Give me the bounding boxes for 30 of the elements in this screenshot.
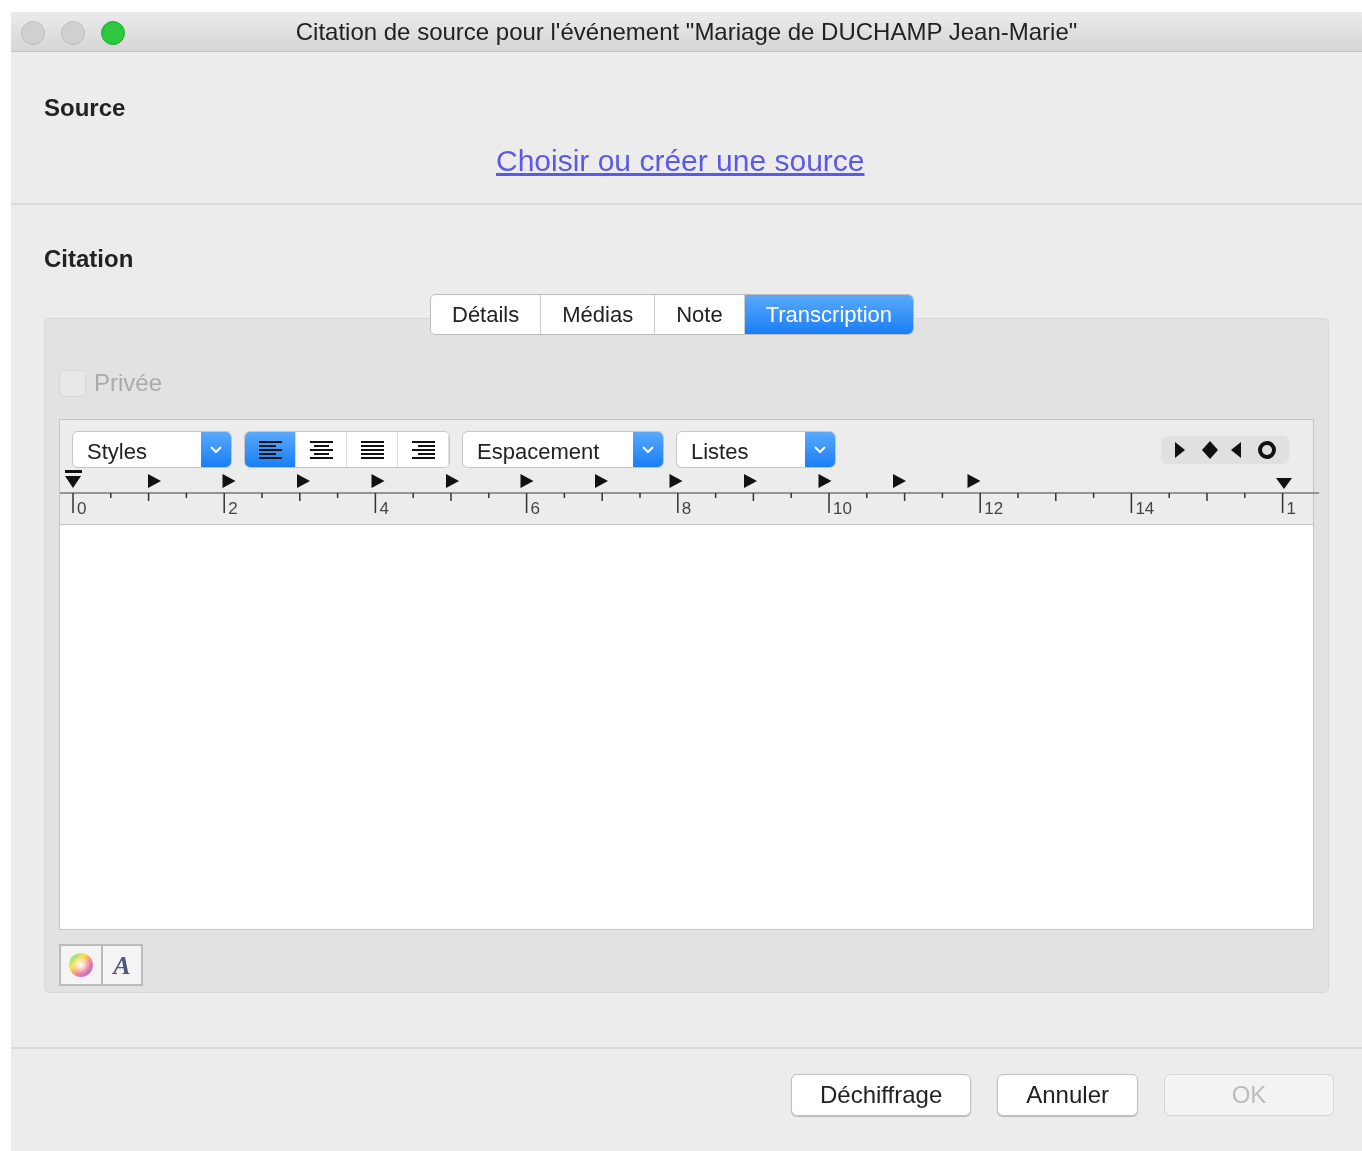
- styles-dropdown[interactable]: Styles: [72, 431, 232, 468]
- ruler-number: 10: [833, 499, 852, 518]
- decimal-tab-icon[interactable]: [1257, 439, 1277, 460]
- tab[interactable]: Détails: [431, 295, 542, 334]
- window-title: Citation de source pour l'événement "Mariage de DUCHAMP Jean-Marie": [295, 16, 1078, 47]
- center-tab-icon[interactable]: [1201, 439, 1221, 460]
- font-button[interactable]: A: [101, 946, 141, 984]
- chevron-icon: [813, 444, 827, 455]
- ruler-number: 12: [984, 499, 1004, 518]
- dialog-button[interactable]: Déchiffrage: [790, 1074, 972, 1116]
- ruler-number: 14: [1135, 499, 1155, 518]
- chevron-icon: [209, 444, 223, 455]
- dialog-button[interactable]: Annuler: [997, 1074, 1138, 1116]
- section-heading: Source: [44, 93, 127, 123]
- ruler-number: 2: [228, 499, 238, 518]
- spacing-dropdown[interactable]: Espacement: [462, 431, 664, 468]
- ruler-number: 6: [530, 499, 541, 518]
- ruler-number: 4: [379, 499, 389, 518]
- section-heading: Citation: [44, 244, 135, 274]
- ruler-number: 8: [681, 499, 692, 518]
- chevron-icon: [641, 444, 655, 455]
- color-wheel-icon: [68, 952, 94, 978]
- color-picker-button[interactable]: [61, 946, 101, 984]
- alignment-segmented-control[interactable]: [244, 431, 450, 468]
- choose-source-link[interactable]: Choisir ou créer une source: [496, 138, 865, 183]
- ruler-number: 1: [1286, 499, 1297, 518]
- align-left-button[interactable]: [245, 432, 296, 467]
- checkbox-label: Privée: [94, 368, 163, 398]
- lists-dropdown[interactable]: Listes: [676, 431, 836, 468]
- ruler-number: 0: [77, 499, 87, 518]
